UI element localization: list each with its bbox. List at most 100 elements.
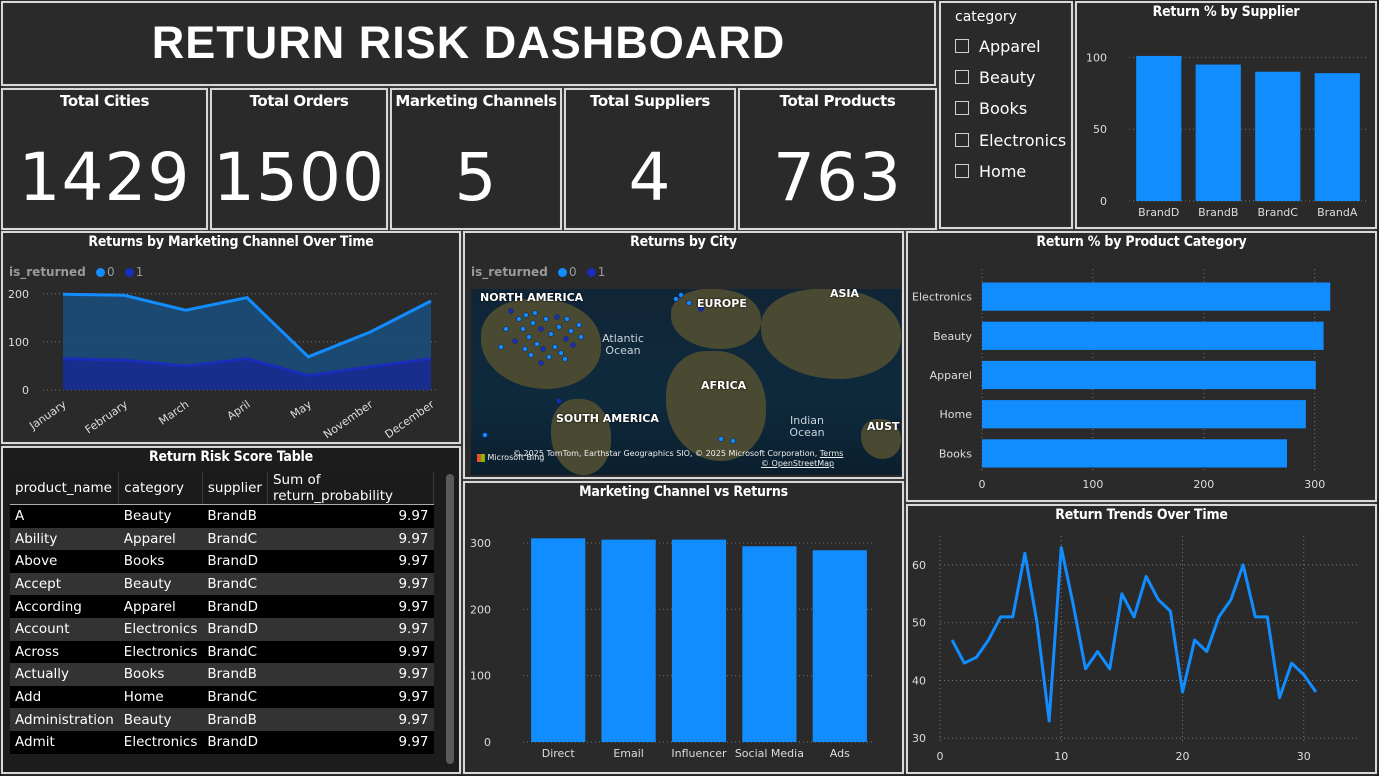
- column-header-product[interactable]: product_name: [10, 472, 120, 505]
- city-point: [538, 326, 544, 332]
- slicer-item-apparel[interactable]: Apparel: [955, 36, 1041, 56]
- risk-table-panel: Return Risk Score Table product_name cat…: [1, 446, 461, 774]
- kpi-card-suppliers[interactable]: Total Suppliers 4: [564, 88, 736, 230]
- table-row[interactable]: Administration Beauty BrandB 9.97: [10, 708, 434, 731]
- map-osm-link[interactable]: © OpenStreetMap: [761, 459, 834, 468]
- slicer-item-electronics[interactable]: Electronics: [955, 130, 1066, 150]
- kpi-value: 5: [454, 139, 498, 216]
- bar-beauty[interactable]: [982, 321, 1324, 350]
- bar-electronics[interactable]: [982, 282, 1331, 311]
- table-row[interactable]: Accept Beauty BrandC 9.97: [10, 572, 434, 596]
- cell-product: Account: [10, 617, 119, 641]
- bar-direct[interactable]: [531, 538, 586, 742]
- bar-home[interactable]: [982, 400, 1306, 429]
- table-row[interactable]: Actually Books BrandB 9.97: [10, 663, 434, 686]
- cell-probability: 9.97: [267, 640, 434, 664]
- risk-score-table[interactable]: product_name category supplier Sum of re…: [10, 472, 435, 754]
- column-header-category[interactable]: category: [118, 472, 203, 505]
- cell-supplier: BrandD: [202, 617, 268, 641]
- cell-category: Electronics: [118, 617, 203, 641]
- y-tick-label: 50: [912, 617, 926, 630]
- city-point: [570, 342, 576, 348]
- chart-title: Returns by City: [630, 234, 737, 250]
- city-point: [482, 432, 488, 438]
- city-point: [563, 336, 569, 342]
- table-row[interactable]: Account Electronics BrandD 9.97: [10, 617, 434, 641]
- y-tick-label: 0: [22, 384, 29, 397]
- y-tick-label: 30: [912, 732, 926, 745]
- map-credit: © 2025 TomTom, Earthstar Geographics SIO…: [513, 449, 843, 458]
- column-header-supplier[interactable]: supplier: [202, 472, 268, 505]
- column-header-probability[interactable]: Sum of return_probability: [267, 472, 435, 505]
- cell-product: Administration: [10, 708, 119, 731]
- x-tick-label: December: [383, 398, 438, 442]
- bar-ads[interactable]: [812, 550, 867, 742]
- checkbox[interactable]: [955, 101, 969, 115]
- category-bar-chart[interactable]: 0 100 200 300 Electronics Beauty Apparel Home Bo…: [908, 233, 1375, 500]
- table-scrollbar[interactable]: [446, 474, 454, 764]
- world-map[interactable]: NORTH AMERICA EUROPE ASIA AFRICA SOUTH A…: [471, 287, 901, 475]
- bar-BrandB[interactable]: [1195, 64, 1241, 201]
- kpi-card-channels[interactable]: Marketing Channels 5: [390, 88, 562, 230]
- slicer-item-home[interactable]: Home: [955, 161, 1026, 181]
- bar-BrandC[interactable]: [1255, 71, 1301, 202]
- slicer-item-beauty[interactable]: Beauty: [955, 67, 1036, 87]
- city-dots: [482, 292, 736, 444]
- bar-BrandD[interactable]: [1136, 55, 1182, 201]
- checkbox[interactable]: [955, 39, 969, 53]
- city-point: [546, 354, 552, 360]
- kpi-value: 1429: [18, 139, 191, 216]
- trend-line-chart[interactable]: 30 40 50 60 0 10 20 30: [908, 506, 1375, 772]
- bar-apparel[interactable]: [982, 360, 1316, 390]
- city-point: [730, 438, 736, 444]
- cell-probability: 9.97: [267, 685, 434, 709]
- map-legend: is_returned 0 1: [471, 265, 605, 279]
- kpi-label: Total Products: [779, 92, 896, 110]
- bar-books[interactable]: [982, 439, 1287, 468]
- cell-product: Above: [10, 550, 119, 573]
- bar-social-media[interactable]: [742, 546, 797, 742]
- city-point: [523, 312, 529, 318]
- cell-probability: 9.97: [267, 527, 434, 551]
- cell-probability: 9.97: [267, 572, 434, 596]
- bar-email[interactable]: [601, 539, 656, 742]
- city-point: [528, 352, 534, 358]
- checkbox[interactable]: [955, 70, 969, 84]
- kpi-label: Total Cities: [60, 92, 149, 110]
- legend-label: 0: [568, 265, 577, 279]
- table-row[interactable]: A Beauty BrandB 9.97: [10, 504, 434, 528]
- trend-line[interactable]: [950, 546, 1318, 723]
- table-row[interactable]: Above Books BrandD 9.97: [10, 550, 434, 573]
- kpi-label: Total Orders: [249, 92, 349, 110]
- cell-product: Across: [10, 640, 119, 664]
- y-tick-label: Beauty: [933, 330, 972, 343]
- map-label-africa: AFRICA: [701, 379, 747, 392]
- kpi-card-orders[interactable]: Total Orders 1500: [210, 88, 388, 230]
- bar-BrandA[interactable]: [1314, 73, 1360, 201]
- table-row[interactable]: Add Home BrandC 9.97: [10, 685, 434, 709]
- kpi-card-cities[interactable]: Total Cities 1429: [1, 88, 208, 230]
- table-row[interactable]: According Apparel BrandD 9.97: [10, 595, 434, 618]
- bing-label: Microsoft Bing: [487, 453, 545, 462]
- supplier-bar-chart[interactable]: 0 50 100 BrandD BrandB BrandC BrandA: [1077, 3, 1375, 227]
- legend-dot-0: [557, 268, 567, 277]
- table-row[interactable]: Across Electronics BrandC 9.97: [10, 640, 434, 664]
- bar-influencer[interactable]: [671, 539, 727, 742]
- city-point: [554, 314, 560, 320]
- cell-product: Add: [10, 685, 119, 709]
- city-point: [534, 341, 540, 347]
- channel-bar-chart[interactable]: 0 100 200 300 Direct Email Influencer Social Me…: [465, 483, 902, 772]
- city-point: [526, 334, 532, 340]
- checkbox[interactable]: [955, 133, 969, 147]
- map-label-australia: AUST: [867, 420, 900, 433]
- channel-area-chart[interactable]: 0 100 200 January February March April May Novem…: [3, 233, 459, 442]
- table-row[interactable]: Admit Electronics BrandD 9.97: [10, 730, 434, 754]
- slicer-item-books[interactable]: Books: [955, 98, 1027, 118]
- checkbox[interactable]: [955, 164, 969, 178]
- kpi-card-products[interactable]: Total Products 763: [738, 88, 937, 230]
- kpi-value: 4: [628, 139, 672, 216]
- table-row[interactable]: Ability Apparel BrandC 9.97: [10, 527, 434, 551]
- channel-chart-panel: Marketing Channel vs Returns 0 100 200 300 D…: [463, 481, 904, 774]
- x-tick-label: May: [288, 398, 314, 422]
- map-terms-link[interactable]: Terms: [820, 449, 844, 458]
